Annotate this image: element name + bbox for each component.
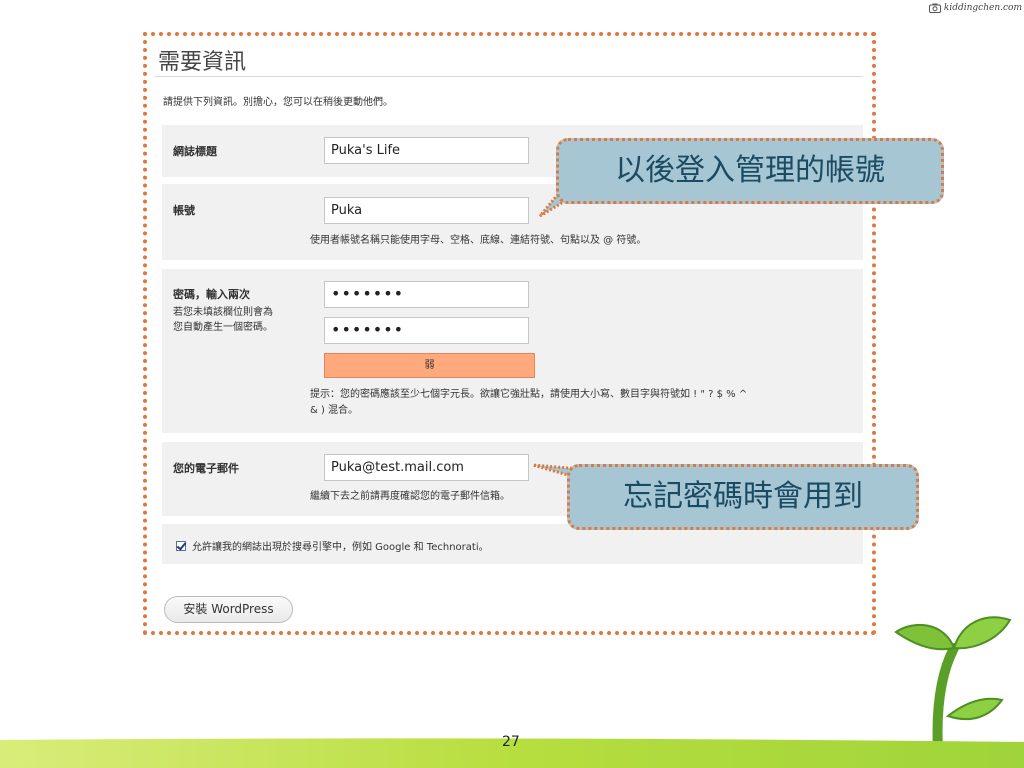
title-divider	[155, 76, 863, 77]
password-hint-line1: 提示：您的密碼應該至少七個字元長。欲讓它強壯點，請使用大小寫、數目字與符號如 !…	[310, 389, 748, 400]
password-confirm-input[interactable]: •••••••	[324, 317, 529, 344]
password-callout: 忘記密碼時會用到	[567, 464, 919, 530]
password-sub-line1: 若您未填該欄位則會為	[173, 307, 273, 318]
password-sub-line2: 您自動產生一個密碼。	[173, 322, 273, 333]
email-input[interactable]: Puka@test.mail.com	[324, 454, 529, 481]
account-callout: 以後登入管理的帳號	[556, 138, 944, 204]
brand-watermark: kiddingchen.com	[928, 3, 1022, 13]
username-input[interactable]: Puka	[324, 197, 529, 224]
password-row: 密碼，輸入兩次 若您未填該欄位則會為 您自動產生一個密碼。 ••••••• ••…	[162, 269, 863, 433]
setup-form: 需要資訊	[155, 36, 863, 75]
username-label: 帳號	[173, 204, 195, 217]
password-label: 密碼，輸入兩次	[173, 288, 250, 301]
password-strength-indicator: 弱	[324, 353, 535, 378]
email-label: 您的電子郵件	[173, 462, 239, 475]
blog-title-label: 網誌標題	[173, 145, 217, 158]
blog-title-input[interactable]: Puka's Life	[324, 137, 529, 164]
password-hint-line2: & ) 混合。	[310, 405, 359, 416]
page-title: 需要資訊	[158, 50, 247, 75]
intro-text: 請提供下列資訊。別擔心，您可以在稍後更動他們。	[163, 97, 393, 108]
install-wordpress-button[interactable]: 安裝 WordPress	[164, 596, 293, 623]
username-hint: 使用者帳號名稱只能使用字母、空格、底線、連結符號、句點以及 @ 符號。	[310, 235, 647, 246]
email-hint: 繼續下去之前請再度確認您的電子郵件信箱。	[310, 491, 510, 502]
privacy-option: 允許讓我的網誌出現於搜尋引擎中，例如 Google 和 Technorati。	[176, 538, 489, 553]
sprout-icon	[894, 616, 1012, 750]
password-input[interactable]: •••••••	[324, 281, 529, 308]
camera-icon	[928, 3, 941, 13]
brand-text: kiddingchen.com	[943, 3, 1022, 13]
privacy-label: 允許讓我的網誌出現於搜尋引擎中，例如 Google 和 Technorati。	[192, 542, 489, 553]
privacy-row: 允許讓我的網誌出現於搜尋引擎中，例如 Google 和 Technorati。	[162, 524, 863, 564]
privacy-checkbox[interactable]	[176, 540, 186, 551]
page-number: 27	[502, 734, 520, 750]
